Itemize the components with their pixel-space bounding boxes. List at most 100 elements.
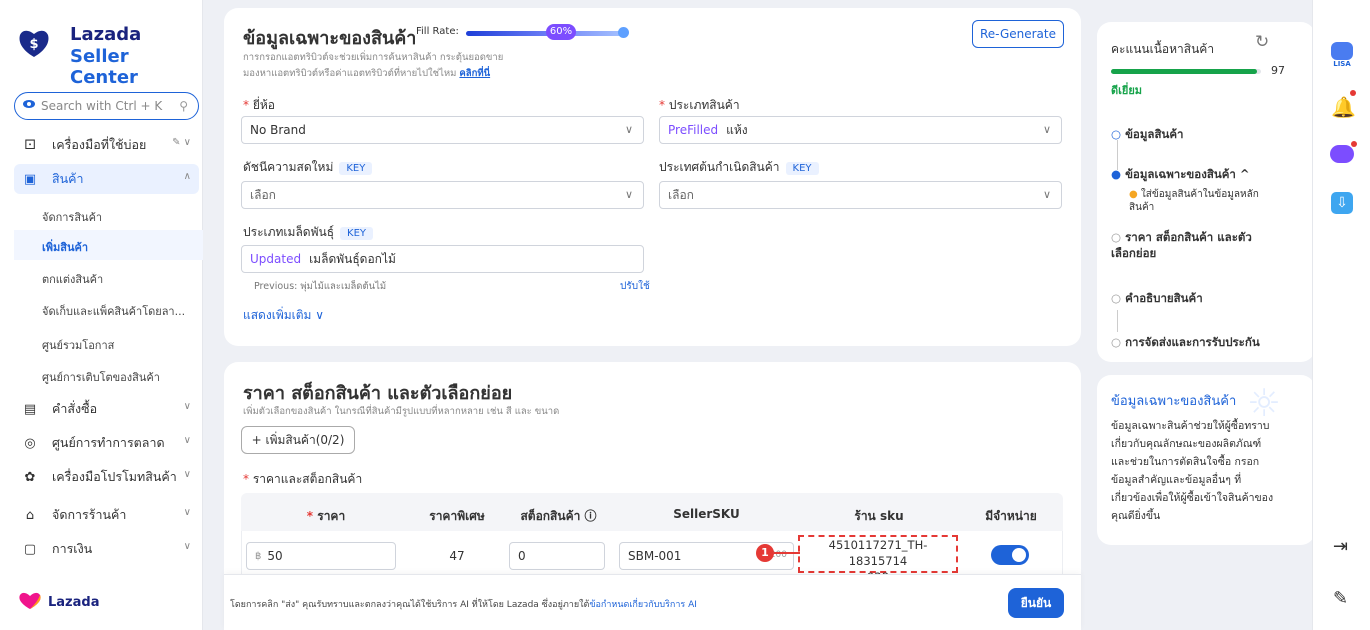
nav-sub-manage[interactable]: จัดการสินค้า — [42, 208, 102, 226]
search-input[interactable]: Search with Ctrl + K ⚲ — [14, 92, 199, 120]
step-4[interactable]: ○ คำอธิบายสินค้า — [1111, 290, 1203, 308]
score-grade: ดีเยี่ยม — [1111, 84, 1143, 97]
nav-promo[interactable]: ✿ เครื่องมือโปรโมทสินค้า ∨ — [14, 462, 199, 492]
step-3-label: ราคา สต็อกสินค้า และตัวเลือกย่อย — [1111, 230, 1252, 260]
nav-orders-label: คำสั่งซื้อ — [52, 401, 98, 416]
brand-seller-center: Seller Center — [70, 46, 138, 88]
spec-title: ข้อมูลเฉพาะของสินค้า — [243, 28, 417, 49]
fresh-placeholder: เลือก — [250, 187, 276, 202]
download-icon[interactable]: ⇩ — [1331, 192, 1353, 214]
ptype-label: * ประเภทสินค้า — [659, 98, 740, 112]
notification-dot — [1350, 90, 1356, 96]
step-circle-icon: ○ — [1111, 291, 1122, 305]
substep-dot-icon: ● — [1129, 189, 1138, 200]
step-3[interactable]: ○ ราคา สต็อกสินค้า และตัวเลือกย่อย — [1111, 229, 1261, 261]
nav-store-label: จัดการร้านค้า — [52, 507, 127, 522]
orders-icon: ▤ — [23, 401, 37, 417]
stock-input[interactable]: 0 — [509, 542, 605, 570]
sidebar: $ Lazada Seller Center Search with Ctrl … — [0, 0, 203, 630]
fresh-label-text: ดัชนีความสดใหม่ — [243, 160, 334, 174]
lazada-heart-logo-icon[interactable]: $ — [17, 26, 51, 60]
store-icon: ⌂ — [25, 507, 35, 523]
lazada-footer-heart-icon — [19, 592, 41, 609]
chat-bot-icon[interactable] — [1330, 145, 1354, 163]
nav-orders[interactable]: ▤ คำสั่งซื้อ ∨ — [14, 394, 199, 424]
add-variant-button[interactable]: + เพิ่มสินค้า(0/2) — [241, 426, 355, 454]
fill-rate-badge: 60% — [546, 24, 576, 40]
finance-icon: ▢ — [23, 541, 37, 557]
score-value: 97 — [1271, 64, 1285, 77]
show-more-link[interactable]: แสดงเพิ่มเติม ∨ — [243, 306, 324, 325]
origin-select[interactable]: เลือก ∨ — [659, 181, 1062, 209]
nav-products[interactable]: ▣ สินค้า ∧ — [14, 164, 199, 194]
currency-symbol: ฿ — [255, 550, 262, 562]
key-badge: KEY — [340, 227, 374, 240]
nav-tools[interactable]: ⚀ เครื่องมือที่ใช้บ่อย ✎ ∨ — [14, 130, 199, 160]
info-title: ข้อมูลเฉพาะของสินค้า — [1111, 394, 1237, 409]
ptype-select[interactable]: PreFilled แห้ง ∨ — [659, 116, 1062, 144]
lisa-face-icon — [1331, 42, 1353, 60]
chevron-up-icon: ∧ — [183, 171, 191, 182]
footer-bar: โดยการคลิก "ส่ง" คุณรับทราบและตกลงว่าคุณ… — [224, 574, 1081, 630]
nav-sub-fulfillment[interactable]: จัดเก็บและแพ็คสินค้าโดยลา... — [42, 302, 185, 320]
score-track — [1111, 69, 1261, 74]
price-section-label: * ราคาและสต็อกสินค้า — [243, 472, 363, 486]
click-here-link[interactable]: คลิกที่นี่ — [459, 68, 490, 79]
chevron-down-icon: ∨ — [183, 507, 191, 518]
brand-select[interactable]: No Brand ∨ — [241, 116, 644, 144]
prefilled-badge: PreFilled — [668, 123, 719, 137]
toggle-knob — [1012, 548, 1026, 562]
edit-note-icon[interactable]: ✎ — [1333, 588, 1348, 609]
fresh-label: ดัชนีความสดใหม่ KEY — [243, 158, 373, 177]
price-input[interactable]: ฿ 50 — [246, 542, 396, 570]
nav-finance-label: การเงิน — [52, 541, 93, 556]
right-toolbar: LISA 🔔 ⇩ ⇥ ✎ — [1312, 0, 1370, 630]
brand-label-text: ยี่ห้อ — [252, 98, 275, 112]
info-panel: ☼ ข้อมูลเฉพาะของสินค้า ข้อมูลเฉพาะสินค้า… — [1097, 375, 1315, 545]
updated-badge: Updated — [250, 252, 302, 266]
ai-terms-link[interactable]: ข้อกำหนดเกี่ยวกับบริการ AI — [589, 600, 697, 610]
nav-sub-decorate[interactable]: ตกแต่งสินค้า — [42, 270, 103, 288]
shop-sku-line1: 4510117271_TH-18315714 — [828, 538, 928, 568]
refresh-icon[interactable]: ↻ — [1255, 32, 1269, 52]
nav-sub-opportunity[interactable]: ศูนย์รวมโอกาส — [42, 336, 114, 354]
chevron-down-icon: ∨ — [624, 188, 633, 201]
step-5[interactable]: ○ การจัดส่งและการรับประกัน — [1111, 334, 1261, 350]
step-1[interactable]: ○ ข้อมูลสินค้า — [1111, 126, 1184, 144]
nav-finance[interactable]: ▢ การเงิน ∨ — [14, 534, 199, 564]
key-badge: KEY — [785, 162, 819, 175]
origin-label-text: ประเทศต้นกำเนิดสินค้า — [659, 160, 780, 174]
regenerate-button[interactable]: Re-Generate — [972, 20, 1064, 48]
available-toggle[interactable] — [991, 545, 1029, 565]
edit-chevron-icon[interactable]: ✎ ∨ — [172, 137, 191, 148]
price-value: 50 — [267, 549, 283, 563]
lisa-assistant-icon[interactable]: LISA — [1329, 42, 1355, 72]
seed-label: ประเภทเมล็ดพันธุ์ KEY — [243, 223, 374, 242]
footer-text: โดยการคลิก "ส่ง" คุณรับทราบและตกลงว่าคุณ… — [230, 597, 697, 611]
nav-sub-add[interactable]: เพิ่มสินค้า — [42, 238, 88, 256]
fresh-select[interactable]: เลือก ∨ — [241, 181, 644, 209]
nav-store[interactable]: ⌂ จัดการร้านค้า ∨ — [14, 500, 199, 530]
nav-marketing-label: ศูนย์การทำการตลาด — [52, 435, 165, 450]
svg-text:$: $ — [29, 37, 38, 52]
score-title: คะแนนเนื้อหาสินค้า — [1111, 42, 1215, 56]
seed-input[interactable]: Updated เมล็ดพันธุ์ดอกไม้ — [241, 245, 644, 273]
promo-icon: ✿ — [24, 469, 36, 485]
step-2[interactable]: ● ข้อมูลเฉพาะของสินค้า ^ — [1111, 166, 1250, 184]
substep: ● ใส่ข้อมูลสินค้าในข้อมูลหลักสินค้า — [1129, 188, 1259, 214]
col-price: * ราคา — [306, 509, 346, 523]
nav-marketing[interactable]: ◎ ศูนย์การทำการตลาด ∨ — [14, 428, 199, 458]
logout-icon[interactable]: ⇥ — [1333, 536, 1348, 557]
confirm-button[interactable]: ยืนยัน — [1008, 588, 1064, 618]
col-special: ราคาพิเศษ — [429, 509, 485, 523]
spec-desc-1: การกรอกแอตทริบิวต์จะช่วยเพิ่มการค้นหาสิน… — [243, 52, 504, 63]
fill-rate-label: Fill Rate: — [416, 26, 459, 37]
bell-icon[interactable]: 🔔 — [1331, 95, 1356, 119]
nav-sub-growth[interactable]: ศูนย์การเติบโตของสินค้า — [42, 368, 160, 386]
step-5-label: การจัดส่งและการรับประกัน — [1125, 335, 1260, 349]
product-icon: ▣ — [23, 171, 37, 187]
seed-label-text: ประเภทเมล็ดพันธุ์ — [243, 225, 335, 239]
revert-link[interactable]: ปรับใช้ — [620, 279, 650, 294]
chevron-down-icon: ∨ — [183, 401, 191, 412]
fill-rate-end-icon — [618, 27, 629, 38]
